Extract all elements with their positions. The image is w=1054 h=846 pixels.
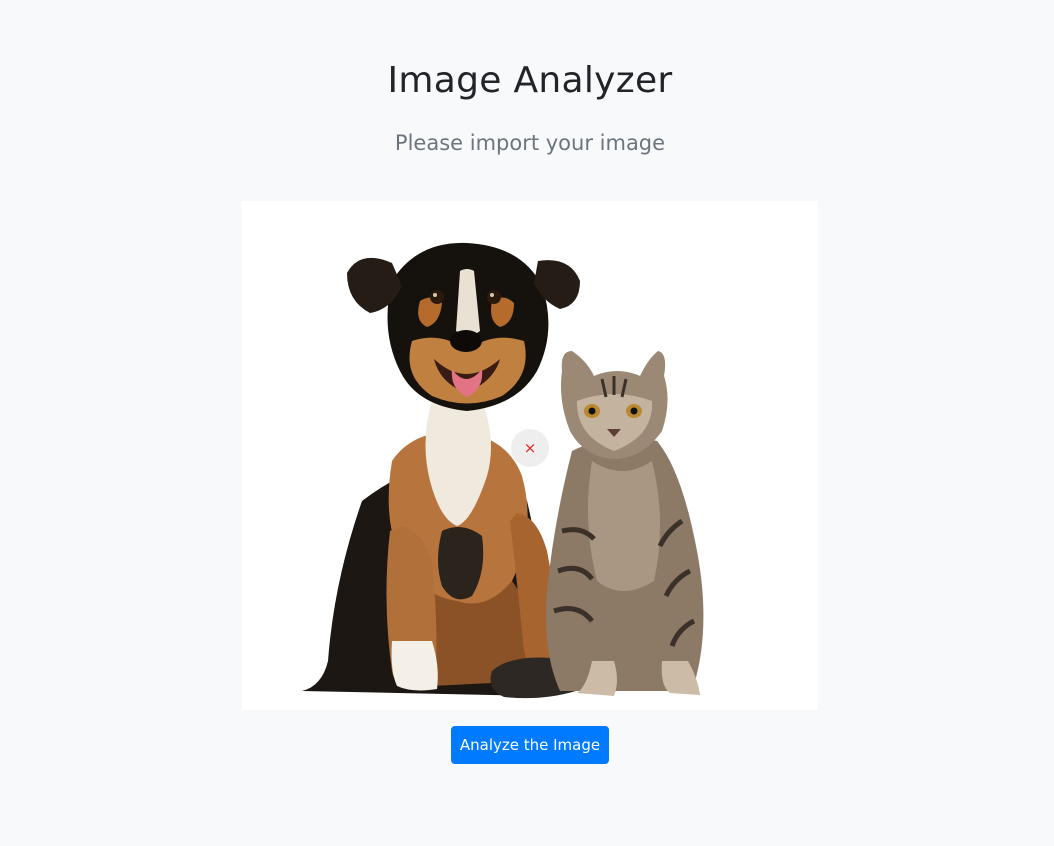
page: Image Analyzer Please import your image	[0, 0, 1054, 846]
analyze-image-button[interactable]: Analyze the Image	[451, 726, 609, 764]
page-title: Image Analyzer	[387, 60, 673, 101]
image-preview: ×	[242, 201, 818, 710]
close-icon: ×	[523, 439, 537, 457]
remove-image-button[interactable]: ×	[511, 429, 549, 467]
page-subtitle: Please import your image	[394, 131, 666, 155]
